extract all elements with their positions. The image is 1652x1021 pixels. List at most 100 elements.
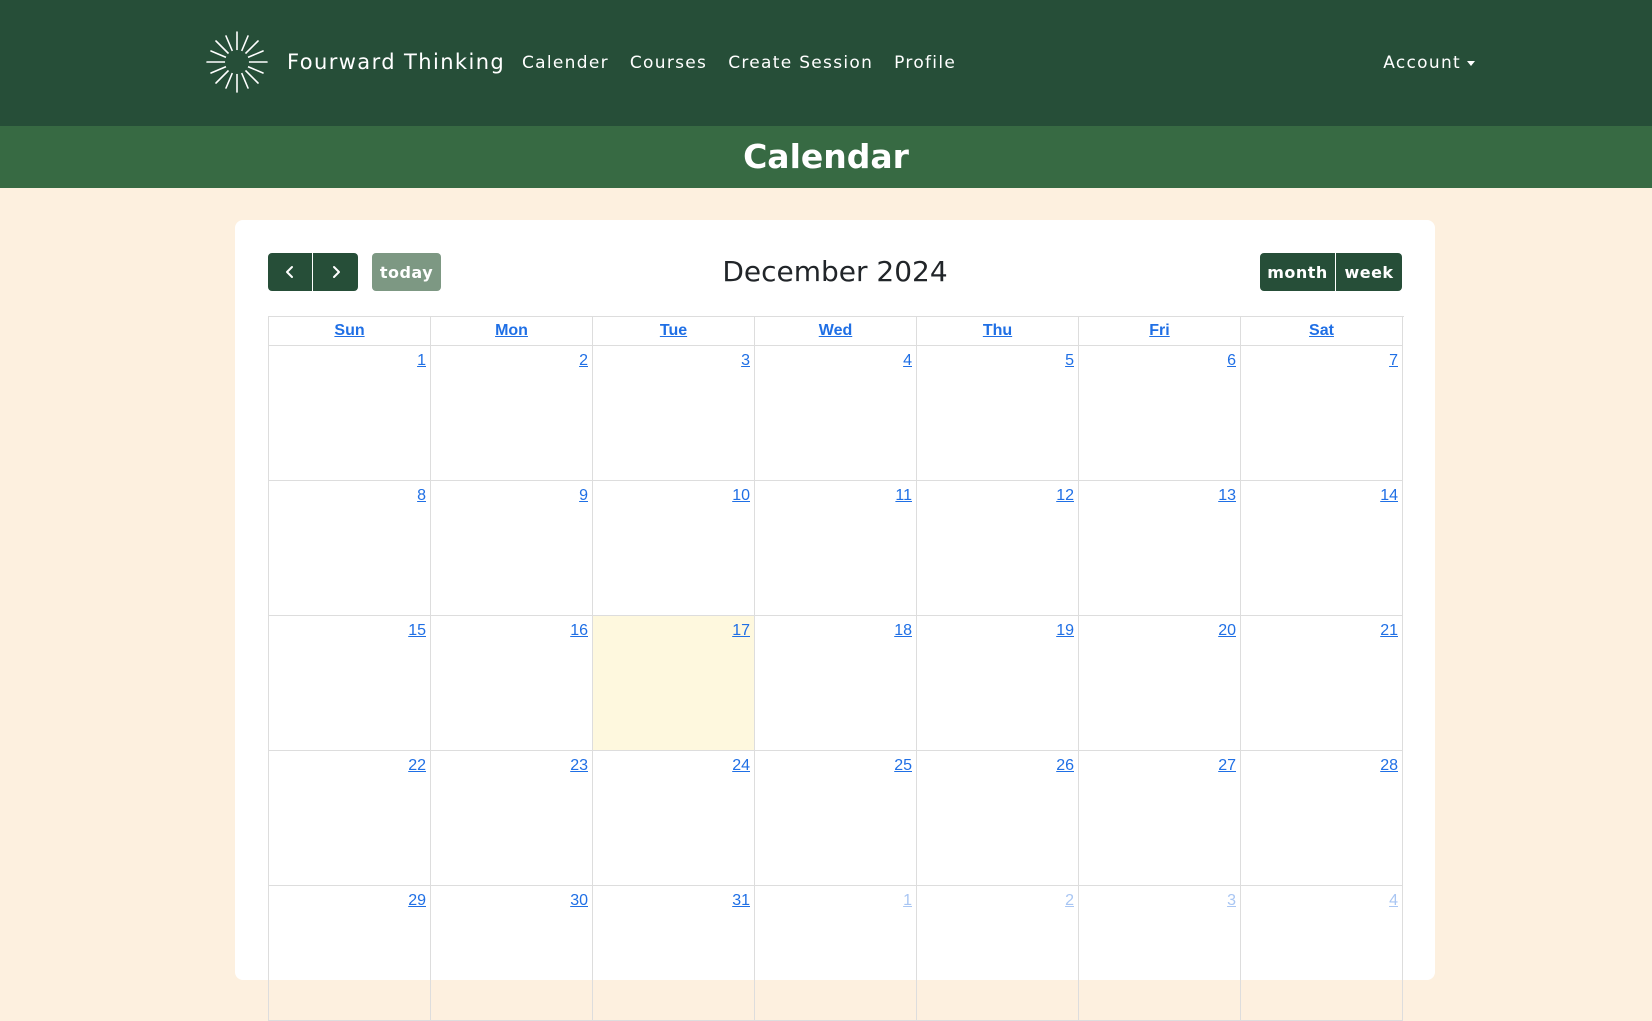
weekday-sat[interactable]: Sat <box>1241 317 1403 346</box>
day-cell[interactable]: 18 <box>755 616 917 751</box>
day-cell[interactable]: 21 <box>1241 616 1403 751</box>
weekday-tue[interactable]: Tue <box>593 317 755 346</box>
starburst-logo-icon <box>206 31 268 93</box>
account-dropdown[interactable]: Account <box>1383 50 1475 76</box>
day-number[interactable]: 29 <box>408 892 426 910</box>
week-row: 22 23 24 25 26 27 28 <box>269 751 1404 886</box>
account-label: Account <box>1383 53 1461 73</box>
week-row: 1 2 3 4 5 6 7 <box>269 346 1404 481</box>
day-number[interactable]: 12 <box>1056 487 1074 505</box>
brand-link[interactable]: Fourward Thinking <box>205 30 505 94</box>
day-cell[interactable]: 29 <box>269 886 431 1021</box>
day-number[interactable]: 16 <box>570 622 588 640</box>
day-number[interactable]: 25 <box>894 757 912 775</box>
day-cell[interactable]: 3 <box>593 346 755 481</box>
day-cell[interactable]: 1 <box>269 346 431 481</box>
day-number[interactable]: 23 <box>570 757 588 775</box>
day-number[interactable]: 22 <box>408 757 426 775</box>
nav-link-profile[interactable]: Profile <box>894 50 956 76</box>
day-cell[interactable]: 12 <box>917 481 1079 616</box>
day-number[interactable]: 21 <box>1380 622 1398 640</box>
month-view-button[interactable]: month <box>1260 253 1335 291</box>
day-cell[interactable]: 2 <box>431 346 593 481</box>
week-row: 15 16 17 18 19 20 21 <box>269 616 1404 751</box>
day-cell[interactable]: 27 <box>1079 751 1241 886</box>
day-number[interactable]: 6 <box>1227 352 1236 370</box>
day-number[interactable]: 9 <box>579 487 588 505</box>
day-cell-next-month[interactable]: 3 <box>1079 886 1241 1021</box>
day-cell-next-month[interactable]: 4 <box>1241 886 1403 1021</box>
day-cell[interactable]: 22 <box>269 751 431 886</box>
day-number[interactable]: 1 <box>417 352 426 370</box>
day-cell[interactable]: 26 <box>917 751 1079 886</box>
day-cell[interactable]: 4 <box>755 346 917 481</box>
day-cell[interactable]: 31 <box>593 886 755 1021</box>
day-number[interactable]: 15 <box>408 622 426 640</box>
weekday-wed[interactable]: Wed <box>755 317 917 346</box>
day-cell[interactable]: 7 <box>1241 346 1403 481</box>
day-cell[interactable]: 5 <box>917 346 1079 481</box>
day-cell[interactable]: 24 <box>593 751 755 886</box>
day-cell[interactable]: 30 <box>431 886 593 1021</box>
day-cell[interactable]: 9 <box>431 481 593 616</box>
nav-link-courses[interactable]: Courses <box>630 50 707 76</box>
day-cell-next-month[interactable]: 1 <box>755 886 917 1021</box>
day-number[interactable]: 30 <box>570 892 588 910</box>
day-number[interactable]: 18 <box>894 622 912 640</box>
caret-down-icon <box>1467 60 1475 66</box>
day-number[interactable]: 1 <box>903 892 912 910</box>
day-number[interactable]: 7 <box>1389 352 1398 370</box>
page-title-bar: Calendar <box>0 126 1652 188</box>
day-cell[interactable]: 28 <box>1241 751 1403 886</box>
day-cell[interactable]: 14 <box>1241 481 1403 616</box>
day-cell[interactable]: 20 <box>1079 616 1241 751</box>
day-cell[interactable]: 23 <box>431 751 593 886</box>
day-number[interactable]: 11 <box>895 487 912 505</box>
week-view-button[interactable]: week <box>1336 253 1402 291</box>
day-number[interactable]: 24 <box>732 757 750 775</box>
day-cell[interactable]: 19 <box>917 616 1079 751</box>
day-number[interactable]: 28 <box>1380 757 1398 775</box>
day-number[interactable]: 14 <box>1380 487 1398 505</box>
day-number[interactable]: 26 <box>1056 757 1074 775</box>
weekday-fri[interactable]: Fri <box>1079 317 1241 346</box>
day-cell[interactable]: 16 <box>431 616 593 751</box>
day-number[interactable]: 31 <box>732 892 750 910</box>
page-title: Calendar <box>743 137 909 176</box>
nav-link-calender[interactable]: Calender <box>522 50 609 76</box>
day-number[interactable]: 20 <box>1218 622 1236 640</box>
calendar-card: today December 2024 month week Sun Mon T… <box>235 220 1435 1021</box>
day-number[interactable]: 3 <box>741 352 750 370</box>
calendar-title: December 2024 <box>722 255 948 288</box>
calendar-toolbar: today December 2024 month week <box>268 253 1402 291</box>
weekday-thu[interactable]: Thu <box>917 317 1079 346</box>
day-cell[interactable]: 10 <box>593 481 755 616</box>
brand-name: Fourward Thinking <box>287 50 506 74</box>
weekday-sun[interactable]: Sun <box>269 317 431 346</box>
day-cell[interactable]: 25 <box>755 751 917 886</box>
day-number[interactable]: 3 <box>1227 892 1236 910</box>
day-number[interactable]: 10 <box>732 487 750 505</box>
day-number[interactable]: 8 <box>417 487 426 505</box>
day-number[interactable]: 2 <box>579 352 588 370</box>
weekday-mon[interactable]: Mon <box>431 317 593 346</box>
day-cell[interactable]: 15 <box>269 616 431 751</box>
day-number[interactable]: 17 <box>732 622 750 640</box>
day-number[interactable]: 2 <box>1065 892 1074 910</box>
day-cell[interactable]: 8 <box>269 481 431 616</box>
calendar-grid: Sun Mon Tue Wed Thu Fri Sat 1 2 3 4 5 6 … <box>268 316 1404 1021</box>
day-cell[interactable]: 13 <box>1079 481 1241 616</box>
day-number[interactable]: 27 <box>1218 757 1236 775</box>
day-number[interactable]: 13 <box>1218 487 1236 505</box>
nav-link-create-session[interactable]: Create Session <box>728 50 873 76</box>
top-navbar: Fourward Thinking Calender Courses Creat… <box>0 0 1652 126</box>
day-number[interactable]: 5 <box>1065 352 1074 370</box>
day-cell-today[interactable]: 17 <box>593 616 755 751</box>
day-number[interactable]: 4 <box>903 352 912 370</box>
day-number[interactable]: 19 <box>1056 622 1074 640</box>
week-row: 8 9 10 11 12 13 14 <box>269 481 1404 616</box>
day-cell[interactable]: 11 <box>755 481 917 616</box>
day-number[interactable]: 4 <box>1389 892 1398 910</box>
day-cell-next-month[interactable]: 2 <box>917 886 1079 1021</box>
day-cell[interactable]: 6 <box>1079 346 1241 481</box>
